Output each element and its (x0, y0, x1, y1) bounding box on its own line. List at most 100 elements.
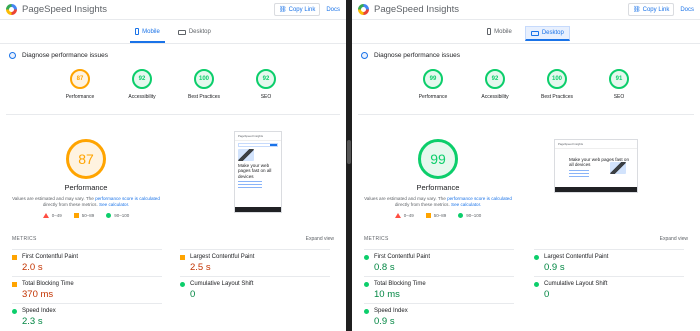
score-label: Performance (418, 94, 448, 100)
divider-grip-handle[interactable] (347, 140, 351, 164)
metric-tbt: Total Blocking Time 10 ms (364, 276, 514, 300)
score-label: Accessibility (481, 94, 509, 100)
score-calculated-link[interactable]: performance score is calculated (447, 196, 512, 201)
diagnose-label: Diagnose performance issues (22, 51, 108, 59)
average-square-icon (425, 213, 431, 218)
score-gauge: 99 (423, 69, 443, 89)
desktop-icon (177, 29, 186, 35)
metric-name: Largest Contentful Paint (544, 254, 609, 260)
copy-link-label: Copy Link (642, 6, 670, 13)
metric-indicator-icon (534, 254, 539, 260)
metrics-heading-row: METRICS Expand view (12, 236, 334, 242)
metric-value: 370 ms (22, 289, 54, 300)
thumbnail-search-bar (238, 143, 278, 147)
score-gauges: 87 Performance 92 Accessibility 100 Best Pr… (0, 69, 346, 115)
expand-view-toggle[interactable]: Expand view (306, 236, 334, 242)
thumbnail-illustration (610, 162, 626, 174)
diagnose-label: Diagnose performance issues (374, 51, 460, 59)
metric-name: Total Blocking Time (374, 281, 426, 287)
metric-value: 0 (544, 289, 550, 300)
metric-indicator-icon (364, 281, 369, 287)
performance-card: 99 Performance Values are estimated and … (358, 114, 694, 230)
docs-link[interactable]: Docs (326, 7, 340, 13)
score-best-practices[interactable]: 100 Best Practices (534, 69, 580, 115)
metric-value: 0.8 s (374, 262, 395, 273)
score-gauge: 100 (547, 69, 567, 89)
thumbnail-footer (555, 187, 637, 192)
desktop-screenshot-thumbnail[interactable]: PageSpeed Insights Make your web pages f… (554, 139, 638, 193)
mobile-screenshot-thumbnail[interactable]: PageSpeed Insights Make your web pages f… (234, 131, 282, 213)
see-calculator-link[interactable]: See calculator. (451, 202, 481, 207)
diagnose-icon (9, 51, 16, 59)
desktop-icon (530, 30, 539, 36)
tab-desktop-label: Desktop (541, 30, 564, 36)
metric-indicator-icon (12, 254, 17, 260)
metric-value: 0.9 s (544, 262, 565, 273)
metrics-heading: METRICS (364, 236, 389, 242)
copy-link-button[interactable]: ⛓ Copy Link (274, 3, 321, 16)
metric-cls: Cumulative Layout Shift 0 (180, 276, 330, 300)
metric-name: Cumulative Layout Shift (190, 281, 254, 287)
perf-desc-text-2: directly from these metrics. (42, 202, 98, 208)
perf-desc-text-2: directly from these metrics. (394, 202, 450, 208)
score-label: Accessibility (128, 94, 156, 100)
metrics-heading-row: METRICS Expand view (364, 236, 688, 242)
performance-title: Performance (416, 183, 460, 192)
good-circle-icon (106, 213, 112, 218)
docs-link[interactable]: Docs (680, 7, 694, 13)
metric-name: Cumulative Layout Shift (544, 281, 608, 287)
link-icon: ⛓ (279, 7, 287, 13)
mobile-report-pane: PageSpeed Insights ⛓ Copy Link Docs Mobil… (0, 0, 346, 331)
score-calculated-link[interactable]: performance score is calculated (95, 196, 160, 201)
tab-desktop[interactable]: Desktop (524, 26, 570, 41)
metric-name: Speed Index (22, 308, 56, 314)
metric-indicator-icon (364, 254, 369, 260)
score-gauge: 92 (132, 69, 152, 89)
thumbnail-footer (235, 207, 281, 212)
metric-name: First Contentful Paint (22, 254, 79, 260)
score-performance[interactable]: 87 Performance (57, 69, 103, 115)
performance-description: Values are estimated and may vary. The p… (358, 196, 518, 208)
legend-poor: 0–49 (51, 213, 62, 218)
metric-name: Speed Index (374, 308, 408, 314)
device-tabs: Mobile Desktop (352, 20, 700, 44)
score-seo[interactable]: 92 SEO (243, 69, 289, 115)
performance-card: 87 Performance Values are estimated and … (6, 114, 340, 230)
tab-mobile-label: Mobile (142, 28, 160, 35)
phone-icon (135, 28, 140, 35)
thumbnail-links (235, 181, 281, 189)
score-label: SEO (260, 94, 272, 100)
tab-desktop-label: Desktop (188, 29, 211, 35)
metric-value: 2.5 s (190, 262, 211, 273)
score-accessibility[interactable]: 92 Accessibility (119, 69, 165, 115)
score-best-practices[interactable]: 100 Best Practices (181, 69, 227, 115)
see-calculator-link[interactable]: See calculator. (99, 202, 129, 207)
tab-mobile[interactable]: Mobile (482, 28, 517, 43)
diagnose-icon (361, 51, 368, 59)
metric-fcp: First Contentful Paint 2.0 s (12, 249, 162, 273)
thumbnail-illustration (238, 149, 254, 161)
header-bar: PageSpeed Insights ⛓ Copy Link Docs (352, 0, 700, 20)
expand-view-toggle[interactable]: Expand view (660, 236, 688, 242)
metric-name: First Contentful Paint (374, 254, 431, 260)
app-title: PageSpeed Insights (374, 4, 460, 15)
metric-speed-index: Speed Index 0.9 s (364, 303, 514, 327)
score-accessibility[interactable]: 92 Accessibility (472, 69, 518, 115)
score-gauge: 92 (256, 69, 276, 89)
metric-name: Total Blocking Time (22, 281, 74, 287)
tab-mobile[interactable]: Mobile (130, 28, 165, 43)
metric-value: 2.3 s (22, 316, 43, 327)
metric-indicator-icon (180, 254, 185, 260)
legend-poor: 0–49 (403, 213, 414, 218)
score-label: Best Practices (541, 94, 573, 100)
legend-average: 50–89 (81, 213, 95, 218)
score-seo[interactable]: 91 SEO (596, 69, 642, 115)
pagespeed-logo-icon (6, 4, 17, 15)
copy-link-button[interactable]: ⛓ Copy Link (628, 3, 675, 16)
poor-triangle-icon (394, 213, 401, 218)
header-bar: PageSpeed Insights ⛓ Copy Link Docs (0, 0, 346, 20)
metric-value: 2.0 s (22, 262, 43, 273)
perf-desc-text: Values are estimated and may vary. The (12, 196, 94, 201)
tab-desktop[interactable]: Desktop (173, 29, 216, 43)
score-performance[interactable]: 99 Performance (410, 69, 456, 115)
